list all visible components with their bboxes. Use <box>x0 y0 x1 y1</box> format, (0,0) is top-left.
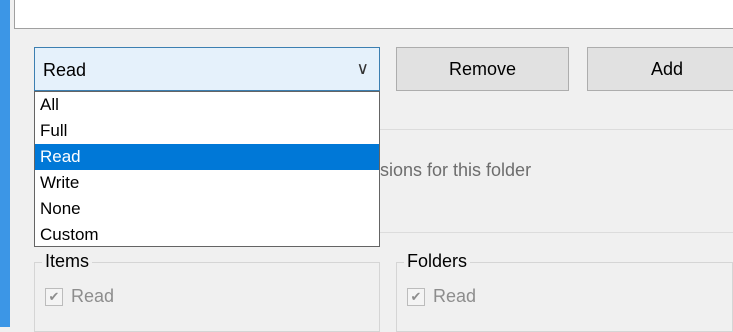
items-read-checkbox-row[interactable]: ✔ Read <box>45 286 114 307</box>
items-read-checkbox[interactable]: ✔ <box>45 287 63 306</box>
dropdown-option-read[interactable]: Read <box>35 144 379 170</box>
folders-group: Folders ✔ Read <box>396 251 733 332</box>
dropdown-option-write[interactable]: Write <box>35 170 379 196</box>
folders-read-label: Read <box>433 286 477 306</box>
permission-level-value: Read <box>43 60 87 80</box>
folders-group-legend: Folders <box>404 251 471 272</box>
permissions-list-panel[interactable] <box>14 0 733 29</box>
remove-button[interactable]: Remove <box>396 47 569 91</box>
checkmark-icon: ✔ <box>48 288 60 304</box>
window-edge-strip <box>0 0 10 327</box>
folders-read-checkbox[interactable]: ✔ <box>407 287 425 306</box>
add-button[interactable]: Add <box>587 47 733 91</box>
folders-read-checkbox-row[interactable]: ✔ Read <box>407 286 476 307</box>
dropdown-option-full[interactable]: Full <box>35 118 379 144</box>
dropdown-option-custom[interactable]: Custom <box>35 222 379 248</box>
chevron-down-icon[interactable]: ∨ <box>357 59 369 79</box>
permission-level-options-list[interactable]: All Full Read Write None Custom <box>34 91 380 247</box>
items-group: Items ✔ Read <box>34 251 380 332</box>
items-read-label: Read <box>71 286 115 306</box>
dropdown-option-none[interactable]: None <box>35 196 379 222</box>
items-group-legend: Items <box>42 251 93 272</box>
checkmark-icon: ✔ <box>410 288 422 304</box>
permission-level-dropdown[interactable]: Read ∨ <box>34 47 380 91</box>
dropdown-option-all[interactable]: All <box>35 92 379 118</box>
folder-permission-description: sions for this folder <box>380 160 532 180</box>
